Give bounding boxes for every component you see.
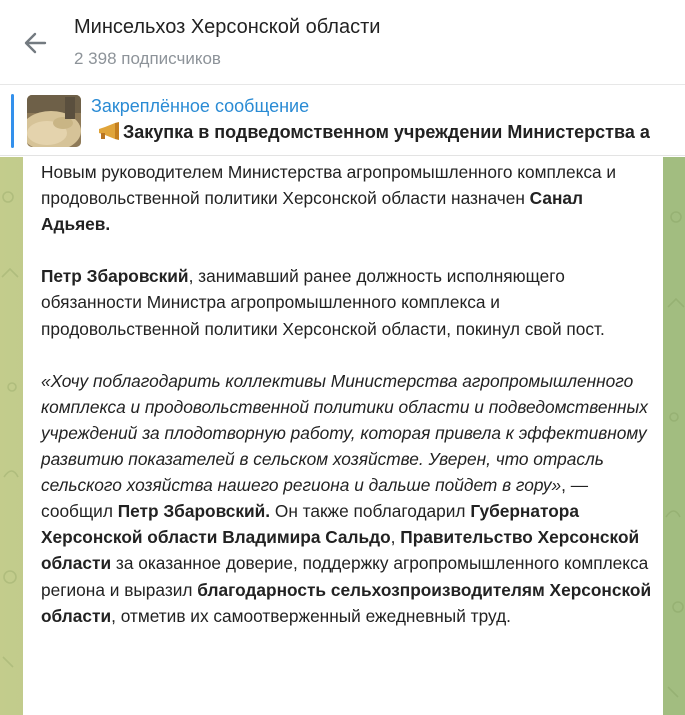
message-paragraph-2: Петр Збаровский, занимавший ранее должно… bbox=[41, 266, 605, 339]
back-button[interactable] bbox=[18, 26, 54, 62]
megaphone-icon bbox=[97, 122, 121, 140]
message-paragraph-1: Новым руководителем Министерства агропро… bbox=[41, 162, 617, 235]
chat-header: Минсельхоз Херсонской области 2 398 подп… bbox=[0, 0, 685, 84]
pinned-text-content: Закупка в подведомственном учреждении Ми… bbox=[123, 122, 650, 142]
arrow-left-icon bbox=[24, 32, 47, 54]
quote-text: «Хочу поблагодарить коллективы Министерс… bbox=[41, 370, 648, 496]
pinned-text: Закупка в подведомственном учреждении Ми… bbox=[97, 122, 650, 143]
pinned-message-bar[interactable]: Закреплённое сообщение Закупка в подведо… bbox=[0, 84, 685, 156]
message-paragraph-3: «Хочу поблагодарить коллективы Министерс… bbox=[41, 370, 652, 626]
pinned-label: Закреплённое сообщение bbox=[91, 96, 310, 116]
pinned-indicator bbox=[11, 94, 14, 148]
message-text: Новым руководителем Министерства агропро… bbox=[41, 159, 656, 629]
subscriber-count: 2 398 подписчиков bbox=[74, 49, 221, 68]
channel-title[interactable]: Минсельхоз Херсонской области bbox=[74, 16, 380, 39]
pinned-thumbnail bbox=[27, 95, 81, 147]
